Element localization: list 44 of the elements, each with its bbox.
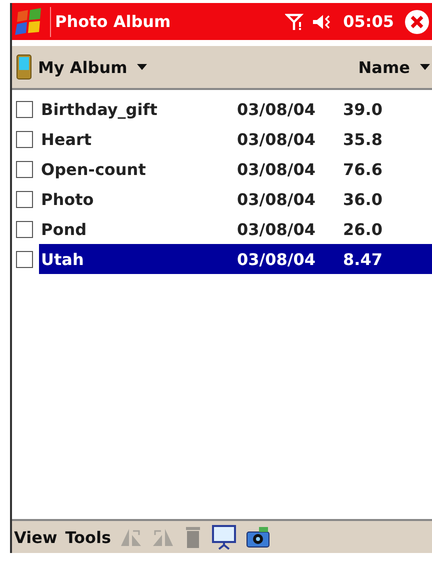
file-date: 03/08/04 <box>237 218 316 240</box>
file-name: Open-count <box>40 158 147 180</box>
antenna-icon[interactable] <box>285 12 306 32</box>
menu-item[interactable]: Tools <box>65 528 111 546</box>
checkbox[interactable] <box>16 160 33 178</box>
file-row[interactable]: Utah 03/08/04 8.47 <box>12 244 432 274</box>
folder-dropdown[interactable]: My Album <box>12 54 150 80</box>
checkbox[interactable] <box>16 250 33 268</box>
file-size: 8.47 <box>343 244 432 274</box>
sort-dropdown[interactable]: Name <box>354 58 432 76</box>
file-name: Birthday_gift <box>40 98 158 121</box>
file-date: 03/08/04 <box>237 158 316 180</box>
file-date: 03/08/04 <box>237 244 343 274</box>
file-row[interactable]: Photo 03/08/04 36.0 <box>12 184 432 214</box>
file-size: 36.0 <box>343 188 384 210</box>
checkbox[interactable] <box>16 130 33 148</box>
file-date: 03/08/04 <box>237 98 316 120</box>
checkbox[interactable] <box>16 190 33 208</box>
file-name: Utah <box>39 244 237 274</box>
device-icon <box>16 54 32 80</box>
file-row[interactable]: Heart 03/08/04 35.8 <box>12 124 432 154</box>
file-size: 35.8 <box>343 128 384 150</box>
caret-icon <box>137 64 148 70</box>
caret-icon <box>420 64 430 70</box>
checkbox[interactable] <box>16 100 33 118</box>
file-size: 26.0 <box>343 218 384 240</box>
camera-icon[interactable] <box>245 525 271 549</box>
file-row[interactable]: Pond 03/08/04 26.0 <box>12 214 432 244</box>
clock-time[interactable]: 05:05 <box>343 12 394 31</box>
file-name: Pond <box>40 218 88 240</box>
file-date: 03/08/04 <box>237 188 316 210</box>
file-name: Photo <box>40 188 95 210</box>
file-size: 76.6 <box>343 158 384 180</box>
windows-logo-icon[interactable] <box>14 6 51 36</box>
menu-item[interactable]: View <box>14 528 58 546</box>
file-name: Heart <box>40 128 93 150</box>
window-title: Photo Album <box>55 12 172 31</box>
close-icon[interactable] <box>404 8 430 34</box>
file-row[interactable]: Birthday_gift 03/08/04 39.0 <box>12 94 432 124</box>
projector-screen-icon[interactable] <box>211 524 237 550</box>
file-row[interactable]: Open-count 03/08/04 76.6 <box>12 154 432 184</box>
checkbox[interactable] <box>16 220 33 238</box>
file-date: 03/08/04 <box>237 128 316 150</box>
file-size: 39.0 <box>343 98 384 120</box>
